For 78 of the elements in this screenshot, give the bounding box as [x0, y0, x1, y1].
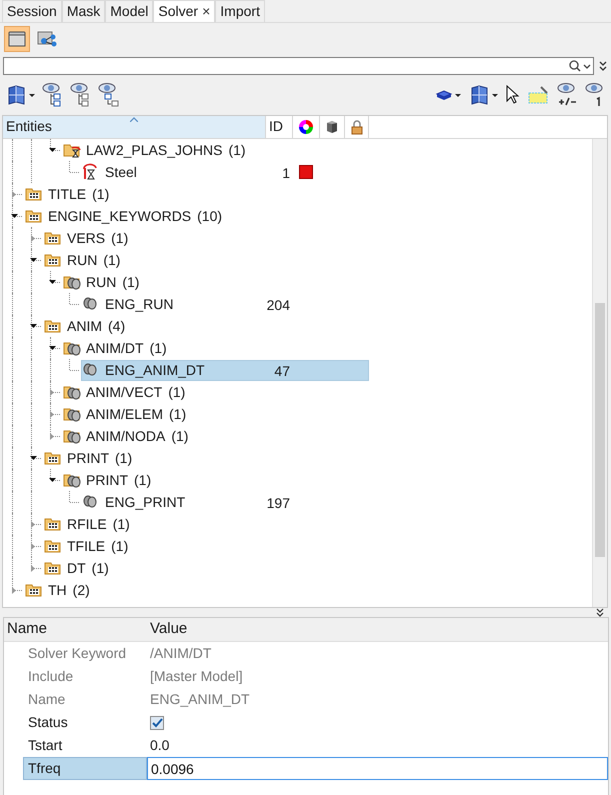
tree-item[interactable]: ANIM/DT (1) [62, 338, 172, 358]
value-input[interactable]: 0.0096 [147, 757, 608, 780]
collapse-arrow-icon[interactable] [30, 323, 37, 329]
tree-item[interactable]: PRINT (1) [43, 448, 138, 468]
tree-item[interactable]: RUN (1) [62, 272, 144, 292]
color-wheel-icon[interactable] [298, 118, 314, 134]
search-field[interactable] [3, 57, 594, 75]
property-name[interactable]: Solver Keyword [23, 642, 147, 665]
expand-arrow-icon[interactable] [11, 191, 17, 198]
tab[interactable]: Model [105, 0, 154, 22]
double-chevron-icon[interactable] [598, 60, 608, 72]
property-name[interactable]: Status [23, 711, 147, 734]
collapse-arrow-icon[interactable] [49, 279, 56, 285]
tree-item[interactable]: RFILE (1) [43, 514, 135, 534]
property-name[interactable]: Name [23, 688, 147, 711]
double-chevron-icon[interactable] [595, 608, 605, 617]
tree-item[interactable]: DT (1) [43, 558, 114, 578]
cursor-icon[interactable] [505, 85, 521, 105]
property-value: /ANIM/DT [149, 644, 212, 663]
collapse-arrow-icon[interactable] [49, 147, 56, 153]
tree-item[interactable]: ENG_ANIM_DT 47 [81, 360, 369, 380]
column-header: Name [6, 619, 48, 640]
tab[interactable]: Session [2, 0, 62, 22]
property-value: 0.0 [149, 736, 170, 755]
expand-arrow-icon[interactable] [11, 587, 17, 594]
property-name[interactable]: Tfreq [23, 757, 147, 780]
property-value: [Master Model] [149, 667, 244, 686]
cube-icon[interactable] [324, 118, 340, 134]
expand-arrow-icon[interactable] [49, 433, 55, 440]
id-value: 197 [266, 494, 290, 513]
column-header: Value [149, 619, 188, 640]
expand-arrow-icon[interactable] [30, 565, 36, 572]
tree-item[interactable]: PRINT (1) [62, 470, 156, 490]
expand-arrow-icon[interactable] [49, 389, 55, 396]
hierarchy-icon [37, 28, 57, 48]
tree-item[interactable]: TH (2) [24, 580, 95, 600]
column-header[interactable]: ID [266, 116, 293, 138]
tab[interactable]: Solver × [153, 0, 216, 22]
property-value: ENG_ANIM_DT [149, 690, 251, 709]
tree-item[interactable]: TFILE (1) [43, 536, 134, 556]
tab[interactable]: Import [215, 0, 265, 22]
column-header[interactable]: Entities [3, 116, 266, 138]
expand-arrow-icon[interactable] [30, 235, 36, 242]
eye-plus-minus-icon[interactable] [557, 82, 579, 108]
collapse-arrow-icon[interactable] [49, 477, 56, 483]
collapse-arrow-icon[interactable] [30, 455, 37, 461]
tree-item[interactable]: ANIM/ELEM (1) [62, 404, 192, 424]
expand-arrow-icon[interactable] [30, 521, 36, 528]
eye-single-icon[interactable] [585, 82, 605, 108]
collapse-arrow-icon[interactable] [11, 213, 18, 219]
tree-item[interactable]: RUN (1) [43, 250, 126, 270]
folder-icon [7, 28, 27, 48]
lock-icon[interactable] [348, 118, 364, 134]
collapse-arrow-icon[interactable] [30, 257, 37, 263]
property-name[interactable]: Include [23, 665, 147, 688]
property-name[interactable]: Tstart [23, 734, 147, 757]
tree-item[interactable]: ENGINE_KEYWORDS (10) [24, 206, 228, 226]
scrollbar[interactable] [592, 139, 607, 607]
tree-item[interactable]: ANIM/VECT (1) [62, 382, 190, 402]
id-value: 1 [281, 164, 290, 183]
surface-dropdown-icon[interactable] [469, 83, 499, 107]
expand-arrow-icon[interactable] [30, 543, 36, 550]
status-checkbox[interactable] [150, 716, 164, 730]
id-value: 47 [273, 362, 290, 381]
tree-item[interactable]: TITLE (1) [24, 184, 114, 204]
expand-arrow-icon[interactable] [49, 411, 55, 418]
surface-dropdown-icon[interactable] [6, 83, 36, 107]
collapse-arrow-icon[interactable] [49, 345, 56, 351]
eye-swap-icon[interactable] [98, 82, 120, 108]
id-value: 204 [266, 296, 290, 315]
tab[interactable]: Mask [62, 0, 106, 22]
search-icon [569, 60, 591, 72]
tree-item[interactable]: LAW2_PLAS_JOHNS (1) [62, 140, 251, 160]
tree-item[interactable]: ANIM/NODA (1) [62, 426, 194, 446]
close-button[interactable]: × [202, 1, 210, 22]
tree-item[interactable]: VERS (1) [43, 228, 134, 248]
tree-item[interactable]: ANIM (4) [43, 316, 130, 336]
folder-view-button[interactable] [4, 26, 30, 52]
